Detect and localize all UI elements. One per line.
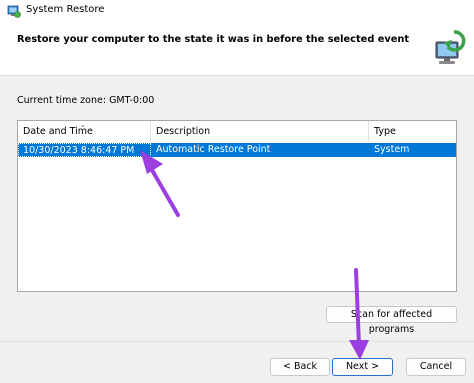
- column-header-date-time[interactable]: Date and Time ⌄: [18, 121, 151, 142]
- footer-divider: [0, 341, 474, 342]
- table-row[interactable]: 10/30/2023 8:46:47 PM Automatic Restore …: [18, 143, 456, 157]
- window-title: System Restore: [26, 4, 105, 15]
- next-button[interactable]: Next >: [332, 358, 393, 376]
- cell-date-time: 10/30/2023 8:46:47 PM: [18, 143, 151, 157]
- scan-affected-programs-button[interactable]: Scan for affected programs: [326, 306, 457, 335]
- table-header: Date and Time ⌄ Description Type: [18, 121, 456, 142]
- cancel-button[interactable]: Cancel: [406, 358, 466, 376]
- restore-points-table[interactable]: Date and Time ⌄ Description Type 10/30/2…: [17, 120, 457, 292]
- title-bar: System Restore: [0, 0, 474, 22]
- column-header-type[interactable]: Type: [369, 121, 456, 142]
- column-label-description: Description: [156, 126, 211, 137]
- column-label-type: Type: [374, 126, 396, 137]
- cell-description: Automatic Restore Point: [156, 144, 271, 155]
- timezone-label: Current time zone: GMT-0:00: [17, 95, 155, 106]
- column-header-description[interactable]: Description: [151, 121, 369, 142]
- cell-type: System: [374, 144, 410, 155]
- header-instruction: Restore your computer to the state it wa…: [17, 34, 410, 45]
- computer-restore-logo-icon: [435, 30, 466, 64]
- wizard-header: Restore your computer to the state it wa…: [0, 22, 474, 76]
- system-restore-icon: [7, 5, 21, 18]
- back-button[interactable]: < Back: [270, 358, 330, 376]
- sort-descending-icon: ⌄: [80, 121, 86, 129]
